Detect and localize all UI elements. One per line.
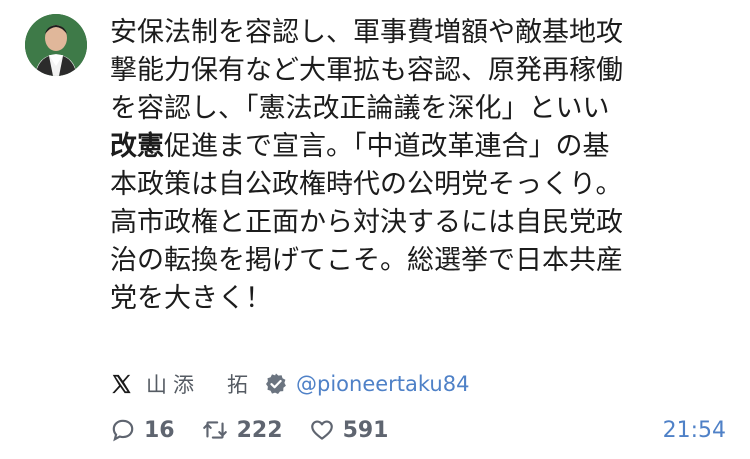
post-text: 安保法制を容認し、軍事費増額や敵基地攻 撃能力保有など大軍拡も容認、原発再稼働 を容… xyxy=(110,14,700,318)
post-timestamp[interactable]: 21:54 xyxy=(663,418,726,443)
repost-icon xyxy=(202,421,227,439)
heart-icon xyxy=(310,420,333,440)
avatar[interactable] xyxy=(25,14,87,76)
post-text-run: 党を大きく！ xyxy=(110,283,272,314)
author-row: 山添 拓 @pioneertaku84 xyxy=(110,366,469,402)
post-text-run: 安保法制を容認し、軍事費増額や敵基地攻 xyxy=(110,17,623,48)
verified-badge-icon xyxy=(264,372,288,396)
post-text-run: 促進まで宣言。「中道改革連合」の基 xyxy=(164,131,610,162)
post-text-run: 高市政権と正面から対決するには自民党政 xyxy=(110,207,623,238)
post-text-line: 撃能力保有など大軍拡も容認、原発再稼働 xyxy=(110,52,700,90)
post-text-line: 治の転換を掲げてこそ。総選挙で日本共産 xyxy=(110,242,700,280)
like-count: 591 xyxy=(342,417,389,443)
post-text-line: 改憲促進まで宣言。「中道改革連合」の基 xyxy=(110,128,700,166)
post-text-run: 撃能力保有など大軍拡も容認、原発再稼働 xyxy=(110,55,623,86)
post-text-line: 本政策は自公政権時代の公明党そっくり。 xyxy=(110,166,700,204)
post-text-run: 治の転換を掲げてこそ。総選挙で日本共産 xyxy=(110,245,623,276)
avatar-portrait xyxy=(25,14,87,76)
post-text-line: を容認し、「憲法改正論議を深化」といい xyxy=(110,90,700,128)
author-handle[interactable]: @pioneertaku84 xyxy=(296,372,469,396)
repost-count: 222 xyxy=(236,417,283,443)
post-text-line: 安保法制を容認し、軍事費増額や敵基地攻 xyxy=(110,14,700,52)
like-button[interactable]: 591 xyxy=(309,417,389,443)
author-name[interactable]: 山添 拓 xyxy=(146,369,254,399)
post-text-run: を容認し、「憲法改正論議を深化」といい xyxy=(110,93,610,124)
post-text-line: 高市政権と正面から対決するには自民党政 xyxy=(110,204,700,242)
post-text-bold-run: 改憲 xyxy=(110,131,164,162)
post-text-run: 本政策は自公政権時代の公明党そっくり。 xyxy=(110,169,623,200)
post-text-line: 党を大きく！ xyxy=(110,280,700,318)
repost-button[interactable]: 222 xyxy=(201,417,283,443)
reply-count: 16 xyxy=(144,417,175,443)
reply-button[interactable]: 16 xyxy=(110,417,175,443)
engagement-row: 16 222 591 21:54 xyxy=(110,412,726,448)
x-logo-icon[interactable] xyxy=(110,373,132,395)
reply-icon xyxy=(112,419,134,442)
